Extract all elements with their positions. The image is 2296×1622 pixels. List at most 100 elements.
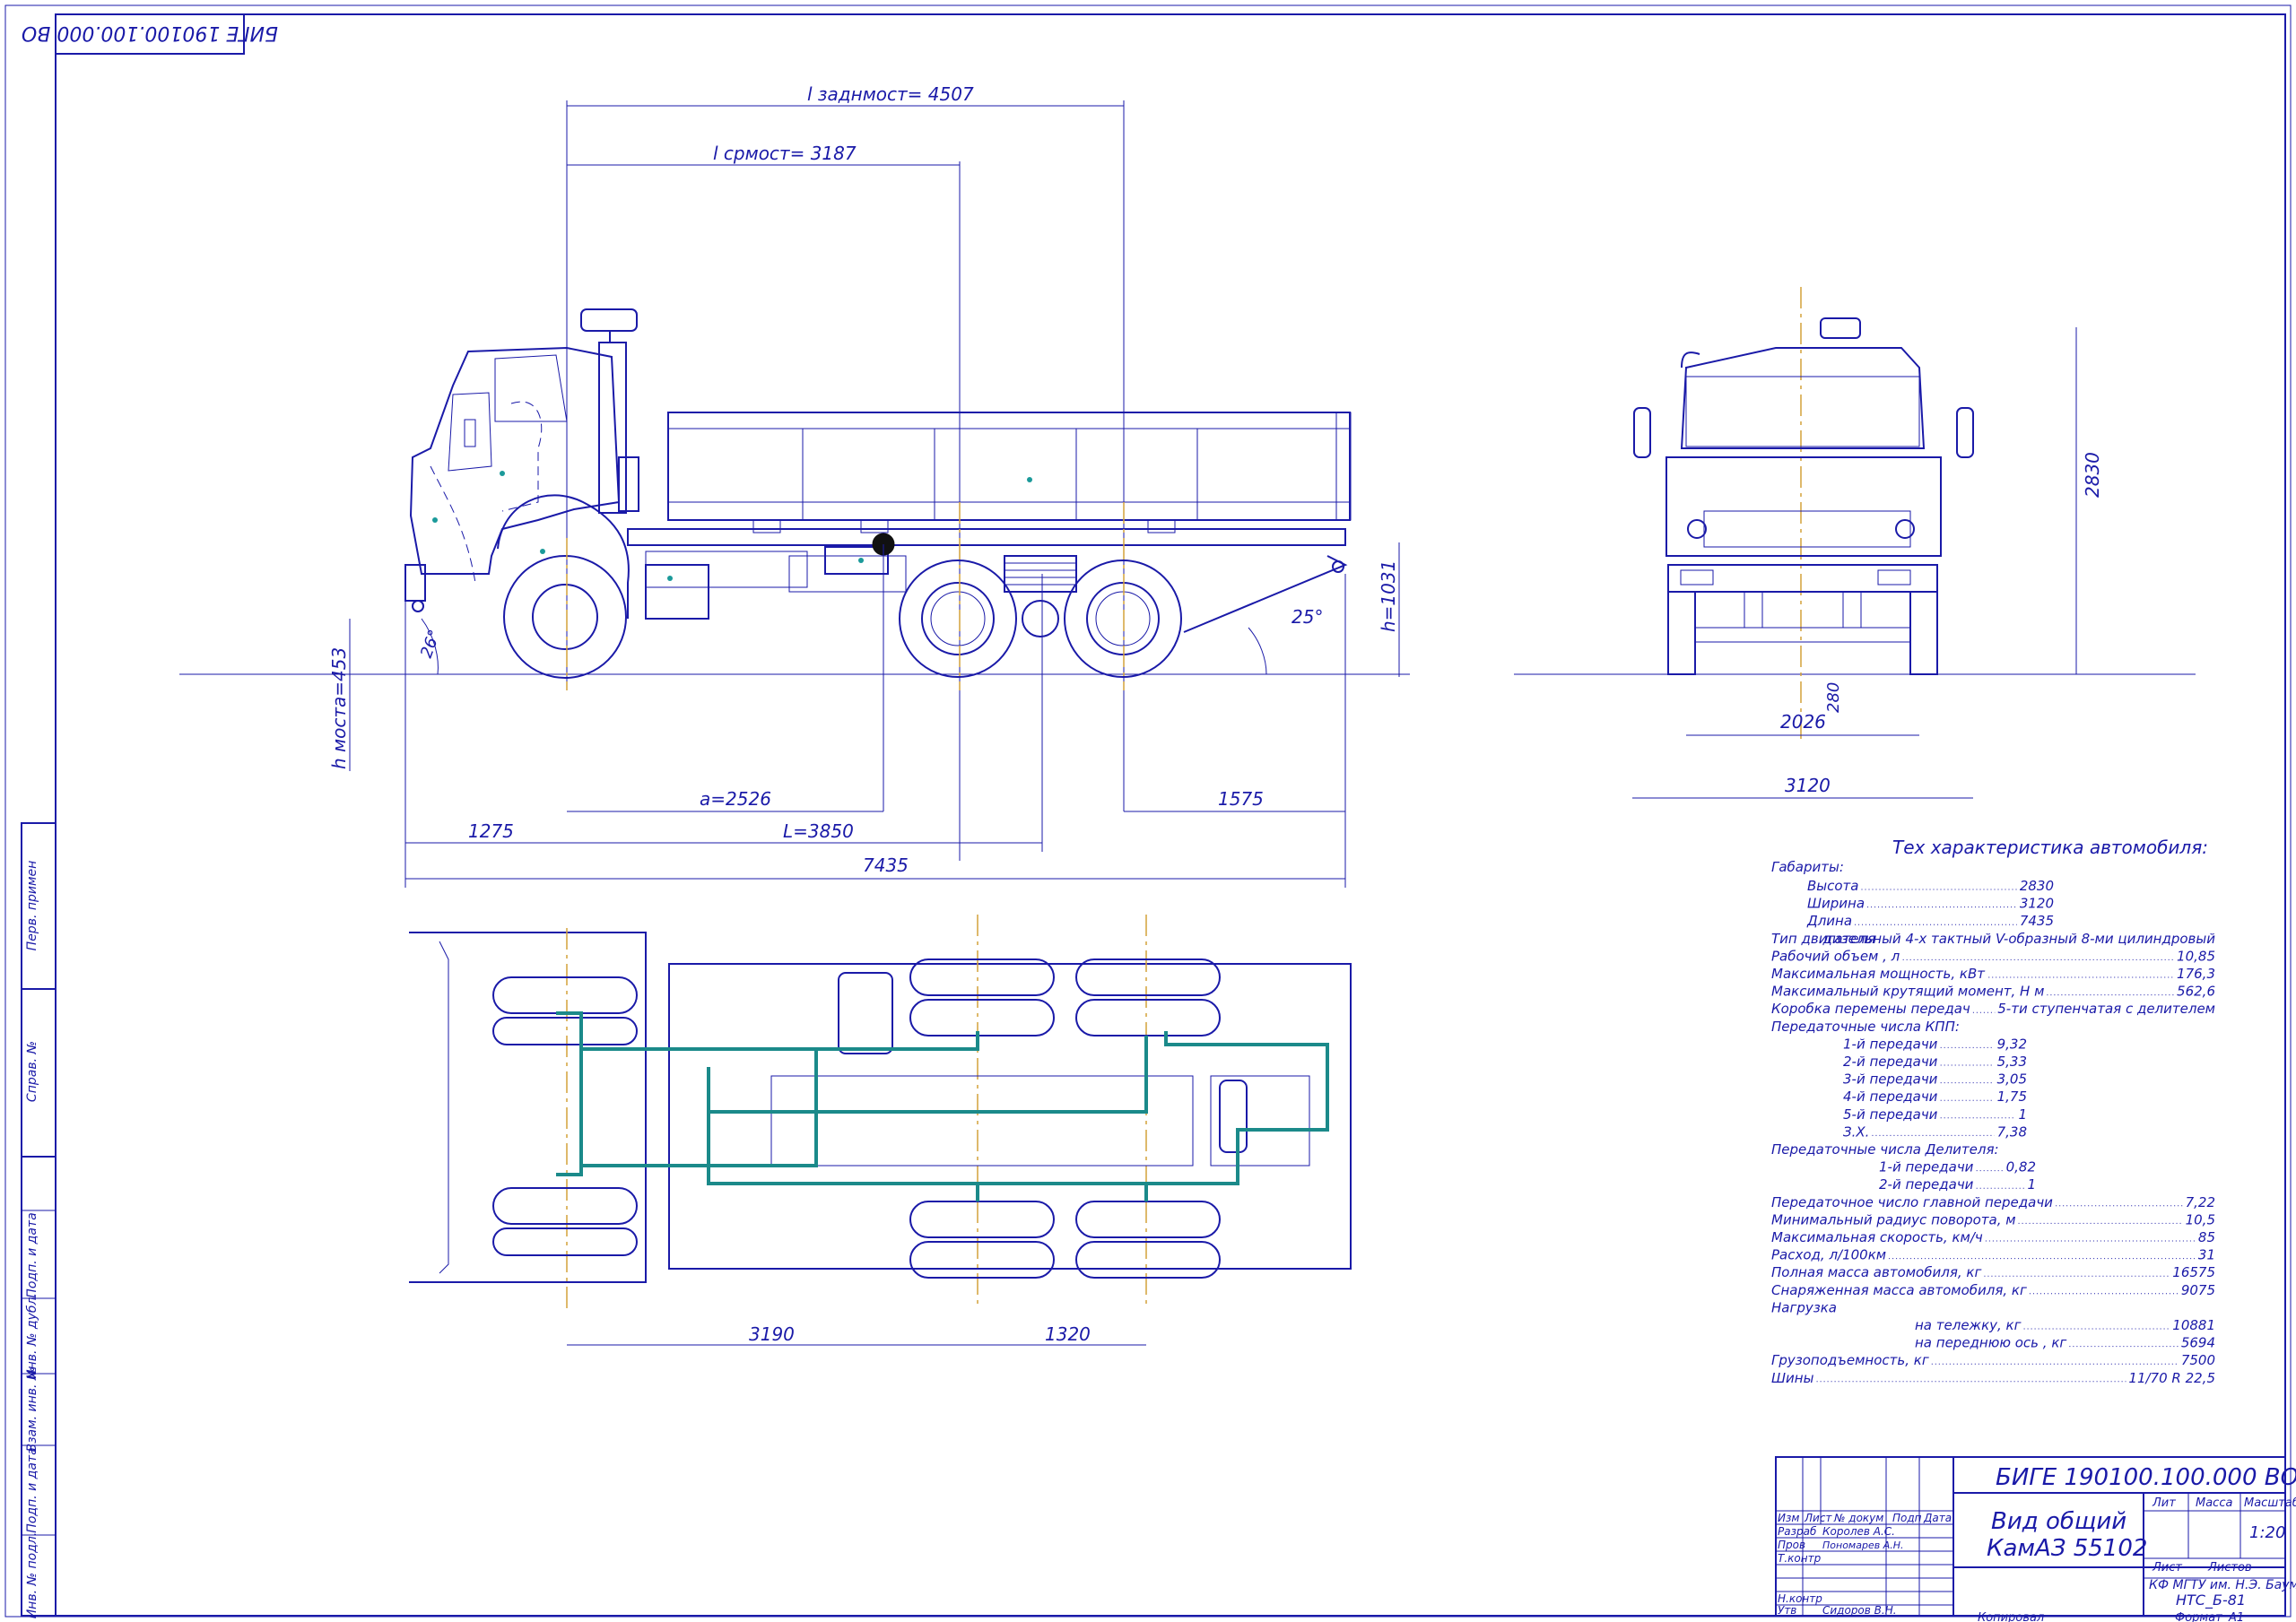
spec-label: Снаряженная масса автомобиля, кг (1771, 1282, 2027, 1298)
svg-text:2830: 2830 (2082, 452, 2103, 498)
spec-value: 85 (2198, 1229, 2215, 1245)
spec-label: Максимальная скорость, км/ч (1771, 1229, 1983, 1245)
inner-frame (55, 13, 2286, 1617)
spec-label: Полная масса автомобиля, кг (1771, 1264, 1981, 1280)
svg-text:Сидоров В.Н.: Сидоров В.Н. (1822, 1604, 1897, 1617)
svg-text:КамАЗ 55102: КамАЗ 55102 (1987, 1535, 2147, 1562)
drawing-sheet: БИГЕ 190100.100.000 ВО Перв. примен Спра… (4, 4, 2296, 1622)
svg-text:1275: 1275 (468, 820, 514, 842)
spec-value: 176,3 (2177, 966, 2215, 982)
svg-text:НТС_Б-81: НТС_Б-81 (2176, 1592, 2246, 1609)
spec-label: 1-й передачи (1879, 1159, 1974, 1175)
svg-text:Изм: Изм (1778, 1512, 1799, 1524)
spec-label: Рабочий объем , л (1771, 948, 1900, 964)
svg-text:Лит: Лит (2152, 1496, 2176, 1510)
svg-text:a=2526: a=2526 (700, 788, 771, 810)
spec-value: 31 (2198, 1247, 2215, 1263)
svg-text:Инв. № подл.: Инв. № подл. (25, 1532, 39, 1619)
svg-text:Подп. и дата: Подп. и дата (25, 1447, 39, 1532)
svg-text:1:20: 1:20 (2249, 1523, 2285, 1542)
spec-value: 5-ти ступенчатая с делителем (1997, 1001, 2215, 1017)
spec-value: 3120 (2020, 896, 2054, 912)
spec-label: Ширина (1807, 896, 1865, 912)
left-side-stamp: Перв. примен Справ. № Подп. и дата Инв. … (21, 822, 57, 1619)
svg-text:1320: 1320 (1045, 1323, 1091, 1345)
spec-value: 2830 (2020, 878, 2054, 894)
svg-text:Пров: Пров (1778, 1539, 1805, 1551)
svg-text:БИГЕ 190100.100.000 ВО: БИГЕ 190100.100.000 ВО (1996, 1464, 2296, 1491)
cab (409, 346, 621, 575)
spec-value: 5,33 (1997, 1054, 2027, 1070)
svg-text:Дата: Дата (1923, 1512, 1952, 1524)
spec-label: 2-й передачи (1843, 1054, 1938, 1070)
svg-text:25°: 25° (1292, 606, 1323, 628)
svg-text:7435: 7435 (863, 854, 909, 876)
spec-label: Передаточные числа Делителя: (1771, 1141, 1999, 1158)
spec-value: 0,82 (2006, 1159, 2036, 1175)
brake-line-network (556, 1011, 1329, 1201)
title-block: БИГЕ 190100.100.000 ВО Вид общий КамАЗ 5… (1775, 1456, 2296, 1622)
svg-text:Габариты:: Габариты: (1771, 859, 1844, 875)
spec-label: Передаточное число главной передачи (1771, 1194, 2053, 1210)
svg-text:2026: 2026 (1780, 711, 1826, 733)
svg-text:Лист: Лист (1804, 1512, 1832, 1524)
svg-text:280: 280 (1824, 682, 1843, 713)
spec-label: Максимальный крутящий момент, Н м (1771, 984, 2044, 1000)
svg-text:Н.контр: Н.контр (1778, 1592, 1822, 1605)
spec-value: 5694 (2181, 1335, 2215, 1351)
spec-label: 1-й передачи (1843, 1036, 1938, 1052)
svg-text:3190: 3190 (749, 1323, 795, 1345)
spec-label: Максимальная мощность, кВт (1771, 966, 1986, 982)
spec-value: 9075 (2181, 1282, 2215, 1298)
svg-text:Тех характеристика автомобиля:: Тех характеристика автомобиля: (1892, 837, 2208, 858)
svg-text:l срмост= 3187: l срмост= 3187 (713, 143, 857, 164)
spec-label: Высота (1807, 878, 1859, 894)
svg-text:№ докум: № докум (1833, 1512, 1883, 1524)
spec-label: 4-й передачи (1843, 1089, 1938, 1105)
svg-text:Утв: Утв (1778, 1604, 1796, 1617)
spec-value: 11/70 R 22,5 (2128, 1370, 2215, 1386)
svg-text:Вид общий: Вид общий (1991, 1508, 2126, 1535)
svg-text:Пономарев А.Н.: Пономарев А.Н. (1822, 1540, 1903, 1551)
spec-value: 3,05 (1997, 1071, 2027, 1088)
spec-label: 2-й передачи (1879, 1176, 1974, 1193)
spec-lines: Высота 2830Ширина 3120Длина 7435Тип двигате… (1771, 878, 2215, 1386)
rear-wheel-1 (899, 559, 1017, 678)
svg-text:Масштаб: Масштаб (2244, 1496, 2296, 1510)
spec-label: Минимальный радиус поворота, м (1771, 1211, 2016, 1227)
rear-wheel-2 (1064, 559, 1182, 678)
svg-text:Взам. инв. №: Взам. инв. № (25, 1366, 39, 1452)
spec-value: 7435 (2020, 913, 2054, 929)
spec-value: 1 (2018, 1106, 2027, 1123)
spec-value: 16575 (2172, 1264, 2215, 1280)
spec-value: 1 (2027, 1176, 2036, 1193)
chassis-frame (627, 528, 1346, 546)
spec-value: 7,22 (2186, 1194, 2215, 1210)
spec-label: З.Х. (1843, 1123, 1869, 1140)
svg-text:Подп: Подп (1892, 1512, 1922, 1524)
svg-text:26°: 26° (417, 628, 445, 661)
spec-value: 9,32 (1997, 1036, 2027, 1052)
spec-value: 562,6 (2177, 984, 2215, 1000)
spec-value: 7500 (2181, 1352, 2215, 1368)
svg-text:КФ МГТУ им. Н.Э. Баумана: КФ МГТУ им. Н.Э. Баумана (2149, 1578, 2296, 1592)
svg-text:Масса: Масса (2196, 1496, 2232, 1510)
svg-text:h мостa=453: h мостa=453 (328, 647, 350, 769)
svg-text:Копировал: Копировал (1978, 1611, 2044, 1622)
spec-label: Длина (1806, 913, 1852, 929)
svg-text:БИГЕ 190100.100.000 ВО: БИГЕ 190100.100.000 ВО (22, 22, 278, 44)
front-wheel (503, 555, 627, 679)
spec-label: 5-й передачи (1843, 1106, 1938, 1123)
air-intake-cap (580, 308, 638, 332)
spec-label: Нагрузка (1771, 1299, 1837, 1315)
spec-label: Передаточные числа КПП: (1771, 1019, 1960, 1035)
svg-text:Лист: Лист (2152, 1561, 2182, 1574)
svg-text:1575: 1575 (1218, 788, 1264, 810)
svg-text:l заднмост= 4507: l заднмост= 4507 (807, 83, 974, 105)
spec-label: на переднюю ось , кг (1915, 1335, 2066, 1351)
spec-label: Грузоподъемность, кг (1771, 1352, 1929, 1368)
spec-value: 10,85 (2177, 948, 2215, 964)
svg-text:Перв. примен: Перв. примен (25, 861, 39, 951)
side-view: l заднмост= 4507 l срмост= 3187 a=2526 L… (179, 83, 1410, 888)
spec-value: 10,5 (2186, 1211, 2215, 1227)
